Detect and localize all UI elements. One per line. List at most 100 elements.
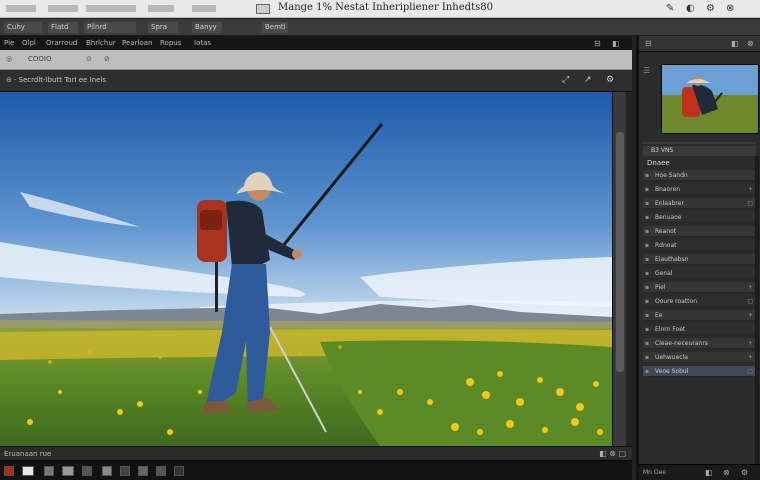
panel-collapse-icon[interactable]: ⊟	[645, 39, 652, 48]
layer-row[interactable]: ▪ Reanot	[643, 226, 756, 237]
layer-action[interactable]: +	[748, 310, 753, 320]
target-icon[interactable]: ⊙	[86, 55, 92, 63]
tab-5[interactable]: Bemtl	[262, 22, 288, 33]
layer-row[interactable]: ▪ Benuaoe	[643, 212, 756, 223]
visibility-icon[interactable]: ▪	[645, 170, 649, 180]
close-icon[interactable]: ⊗	[723, 468, 730, 477]
menu-item[interactable]: Olpl	[22, 39, 36, 47]
contrast-icon[interactable]: ◐	[686, 2, 695, 16]
menu-item[interactable]: Bhrlchur	[86, 39, 116, 47]
menu-item[interactable]: Orarroud	[46, 39, 77, 47]
navigator-thumbnail[interactable]	[661, 64, 759, 134]
layer-action[interactable]: ▢	[747, 296, 753, 306]
filmstrip-thumb[interactable]	[22, 466, 34, 476]
image-canvas[interactable]	[0, 92, 612, 446]
filmstrip-thumb[interactable]	[82, 466, 92, 476]
layer-action[interactable]: +	[748, 352, 753, 362]
layer-name: Veoe Sobul	[655, 368, 689, 375]
visibility-icon[interactable]: ▪	[645, 324, 649, 334]
layer-name: Uehwuecla	[655, 354, 688, 361]
layer-action[interactable]: ▢	[747, 366, 753, 376]
layer-row[interactable]: ▪ Bnaoren +	[643, 184, 756, 195]
close-icon[interactable]: ⊗	[747, 39, 754, 48]
close-icon[interactable]: ⊗	[726, 2, 734, 16]
filmstrip-thumb[interactable]	[44, 466, 54, 476]
settings-icon[interactable]: ⚙	[741, 468, 748, 477]
window-title: Mange 1% Nestat Inheripliener Inhedts80	[278, 2, 493, 13]
canvas-vertical-scrollbar[interactable]	[612, 92, 626, 446]
layer-row[interactable]: ▪ Piel +	[643, 282, 756, 293]
title-bar: Mange 1% Nestat Inheripliener Inhedts80 …	[0, 0, 760, 18]
tab-4[interactable]: Banyy	[192, 22, 222, 33]
menu-item[interactable]: Ropus	[160, 39, 181, 47]
export-icon[interactable]: ↗	[584, 75, 592, 85]
layer-row[interactable]: ▪ Hoe Sandn	[643, 170, 756, 181]
visibility-icon[interactable]: ▪	[645, 268, 649, 278]
layer-row[interactable]: ▪ Genal	[643, 268, 756, 279]
visibility-icon[interactable]: ▪	[645, 338, 649, 348]
title-bar-segment	[6, 5, 36, 12]
visibility-icon[interactable]: ▪	[645, 212, 649, 222]
panel-menu-icon[interactable]: ◧	[731, 39, 739, 48]
filmstrip-thumb[interactable]	[102, 466, 112, 476]
layer-row[interactable]: ▪ Ee +	[643, 310, 756, 321]
visibility-icon[interactable]: ▪	[645, 254, 649, 264]
layer-row-selected[interactable]: ▪ Veoe Sobul ▢	[643, 366, 756, 377]
layer-action[interactable]: +	[748, 282, 753, 292]
panel-scrollbar[interactable]	[755, 156, 759, 476]
close-icon[interactable]: ⊗	[609, 449, 616, 458]
layout-icon[interactable]: ◧	[612, 39, 620, 48]
visibility-icon[interactable]: ▪	[645, 282, 649, 292]
cancel-icon[interactable]: ⊘	[104, 55, 110, 63]
tool-preset-field[interactable]: COOIO	[28, 55, 51, 63]
tool-icon[interactable]: ◎	[6, 55, 12, 63]
visibility-icon[interactable]: ▪	[645, 310, 649, 320]
filmstrip-thumb[interactable]	[138, 466, 148, 476]
square-icon[interactable]: □	[618, 449, 626, 458]
layer-row[interactable]: ▪ Elnrn Foet	[643, 324, 756, 335]
navigator-menu-icon[interactable]: ☰	[643, 66, 650, 75]
layer-row[interactable]: ▪ Enlaabrer ▢	[643, 198, 756, 209]
tab-0[interactable]: Cuhy	[4, 22, 42, 33]
visibility-icon[interactable]: ▪	[645, 226, 649, 236]
menu-item[interactable]: Pie	[4, 39, 14, 47]
filmstrip-thumb[interactable]	[174, 466, 184, 476]
visibility-icon[interactable]: ▪	[645, 198, 649, 208]
layer-row[interactable]: ▪ Ooure roatton ▢	[643, 296, 756, 307]
tab-2[interactable]: Pilnrd	[84, 22, 136, 33]
layer-action[interactable]: +	[748, 338, 753, 348]
filmstrip-thumb[interactable]	[62, 466, 74, 476]
filmstrip-thumb[interactable]	[156, 466, 166, 476]
navigator-preview-image	[662, 65, 758, 133]
menu-item[interactable]: Pearloan	[122, 39, 152, 47]
visibility-icon[interactable]: ▪	[645, 296, 649, 306]
document-path: ⊝ · Secrdlt-Ibutt TorI ee Inels	[6, 76, 106, 84]
layer-row[interactable]: ▪ Cleae-neceuranrs +	[643, 338, 756, 349]
footer-label: Mn Oee	[643, 469, 666, 476]
visibility-icon[interactable]: ▪	[645, 184, 649, 194]
menu-item[interactable]: Iotas	[194, 39, 211, 47]
layer-row[interactable]: ▪ Uehwuecla +	[643, 352, 756, 363]
panel-toggle-icon[interactable]: ⊟	[594, 39, 601, 48]
visibility-icon[interactable]: ▪	[645, 366, 649, 376]
record-icon[interactable]	[4, 466, 14, 476]
panel-icon[interactable]: ◧	[705, 468, 713, 477]
visibility-icon[interactable]: ▪	[645, 240, 649, 250]
expand-icon[interactable]: ⤢	[562, 75, 569, 85]
scrollbar-thumb[interactable]	[616, 132, 624, 372]
filmstrip-thumb[interactable]	[120, 466, 130, 476]
panel-icon[interactable]: ◧	[599, 449, 607, 458]
settings-icon[interactable]: ⚙	[706, 2, 715, 16]
pen-icon[interactable]: ✎	[666, 2, 674, 16]
tab-1[interactable]: Flatd	[48, 22, 78, 33]
settings-icon[interactable]: ⚙	[606, 75, 614, 85]
visibility-icon[interactable]: ▪	[645, 352, 649, 362]
layer-action[interactable]: +	[748, 184, 753, 194]
properties-tab[interactable]: B3 VNS	[643, 146, 756, 156]
tab-3[interactable]: Spra	[148, 22, 178, 33]
layer-name: Hoe Sandn	[655, 172, 688, 179]
layer-action[interactable]: ▢	[747, 198, 753, 208]
layer-row[interactable]: ▪ Eiauthabsn	[643, 254, 756, 265]
layer-row[interactable]: ▪ Rdnoat	[643, 240, 756, 251]
layer-name: Cleae-neceuranrs	[655, 340, 708, 347]
